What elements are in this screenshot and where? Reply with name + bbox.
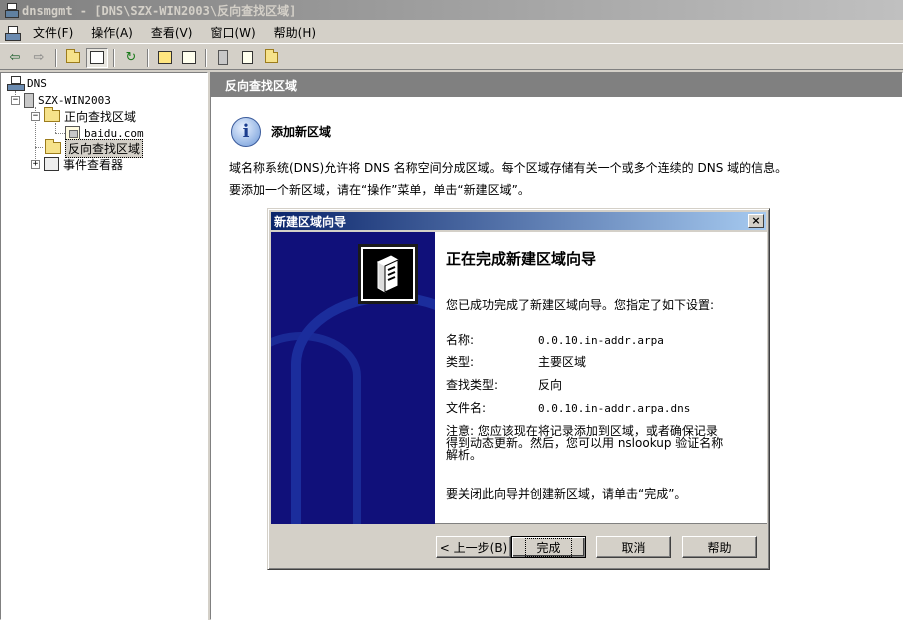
setting-row: 名称: 0.0.10.in-addr.arpa <box>446 331 664 348</box>
tree-node-server[interactable]: − SZX-WIN2003 <box>11 92 111 108</box>
window-title: dnsmgmt - [DNS\SZX-WIN2003\反向查找区域] <box>22 3 297 18</box>
info-title: 添加新区域 <box>271 125 332 139</box>
event-icon[interactable] <box>260 48 282 68</box>
finish-button[interactable]: 完成 <box>511 536 586 558</box>
banner-decoration <box>291 292 435 524</box>
menu-window[interactable]: 窗口(W) <box>201 24 264 41</box>
tree-label-server: SZX-WIN2003 <box>38 93 111 107</box>
setting-key: 类型: <box>446 355 475 369</box>
collapse-icon[interactable]: − <box>11 95 20 105</box>
properties-icon[interactable] <box>154 48 176 68</box>
toolbar-separator <box>147 48 149 67</box>
expand-icon[interactable]: + <box>31 159 40 169</box>
tree-node-dns[interactable]: DNS <box>7 75 47 91</box>
tree-line <box>35 147 43 148</box>
tree-node-reverse-zone[interactable]: 反向查找区域 <box>45 138 144 158</box>
setting-row: 查找类型: 反向 <box>446 376 562 393</box>
event-viewer-icon <box>44 157 59 171</box>
toolbar-separator <box>205 48 207 67</box>
wizard-note: 注意: 您应该现在将记录添加到区域，或者确保记录 得到动态更新。然后，您可以用 … <box>446 425 742 461</box>
setting-key: 名称: <box>446 333 475 347</box>
wizard-heading: 正在完成新建区域向导 <box>446 250 597 268</box>
dialog-title: 新建区域向导 <box>274 214 347 229</box>
tree-label-forward-zone: 正向查找区域 <box>64 109 137 124</box>
toolbar-separator <box>113 48 115 67</box>
menu-bar: 文件(F) 操作(A) 查看(V) 窗口(W) 帮助(H) <box>0 22 903 44</box>
folder-icon <box>45 139 61 154</box>
folder-icon <box>44 107 60 122</box>
info-instruction: 要添加一个新区域，请在“操作”菜单，单击“新建区域”。 <box>229 183 530 197</box>
dns-app-icon <box>4 3 19 18</box>
help-button-label: 帮助 <box>707 540 732 555</box>
collapse-icon[interactable]: − <box>31 111 40 121</box>
export-list-icon[interactable] <box>178 48 200 68</box>
log-icon[interactable] <box>236 48 258 68</box>
back-button-label: < 上一步(B) <box>439 540 508 555</box>
tree-line <box>55 133 65 134</box>
note-line: 得到动态更新。然后，您可以用 nslookup 验证名称 <box>446 436 724 450</box>
info-description: 域名称系统(DNS)允许将 DNS 名称空间分成区域。每个区域存储有关一个或多个… <box>229 161 788 175</box>
menu-action[interactable]: 操作(A) <box>82 24 142 41</box>
tree-node-event-viewer[interactable]: + 事件查看器 <box>31 156 123 172</box>
show-hide-tree-icon[interactable] <box>86 47 108 68</box>
cancel-button-label: 取消 <box>621 540 646 555</box>
setting-key: 查找类型: <box>446 378 499 392</box>
close-icon[interactable]: × <box>748 214 764 228</box>
wizard-final-instruction: 要关闭此向导并创建新区域，请单击“完成”。 <box>446 487 687 501</box>
setting-key: 文件名: <box>446 401 487 415</box>
dns-root-icon <box>7 76 25 91</box>
tree-line <box>55 123 56 133</box>
tree-node-forward-zone[interactable]: − 正向查找区域 <box>31 107 137 124</box>
note-line: 解析。 <box>446 448 483 462</box>
tree-label-event-viewer: 事件查看器 <box>63 157 124 172</box>
menu-view[interactable]: 查看(V) <box>142 24 202 41</box>
server-list-icon[interactable] <box>212 48 234 68</box>
wizard-banner <box>271 232 435 524</box>
toolbar-separator <box>55 48 57 67</box>
setting-value: 0.0.10.in-addr.arpa <box>538 334 664 347</box>
setting-row: 类型: 主要区域 <box>446 353 586 370</box>
cancel-button[interactable]: 取消 <box>596 536 671 558</box>
server-icon <box>24 92 34 108</box>
server-logo-icon <box>358 244 418 304</box>
menu-file[interactable]: 文件(F) <box>24 24 82 41</box>
pane-header: 反向查找区域 <box>211 73 902 97</box>
forward-arrow-icon[interactable]: ⇨ <box>28 48 50 68</box>
setting-value: 主要区域 <box>538 355 587 369</box>
help-button[interactable]: 帮助 <box>682 536 757 558</box>
wizard-body: 正在完成新建区域向导 您已成功完成了新建区域向导。您指定了如下设置: 名称: 0.… <box>271 232 767 524</box>
setting-value: 0.0.10.in-addr.arpa.dns <box>538 402 691 415</box>
back-arrow-icon[interactable]: ⇦ <box>4 48 26 68</box>
console-tree: DNS − SZX-WIN2003 − 正向查找区域 baidu.com 反向查… <box>0 72 208 620</box>
finish-button-label: 完成 <box>525 537 572 557</box>
refresh-icon[interactable]: ↻ <box>120 48 142 68</box>
menu-help[interactable]: 帮助(H) <box>265 24 325 41</box>
info-icon: i <box>231 117 261 147</box>
mmc-system-menu-icon[interactable] <box>4 25 21 41</box>
toolbar: ⇦ ⇨ ↻ <box>0 46 903 70</box>
up-folder-icon[interactable] <box>62 48 84 68</box>
tree-label-dns: DNS <box>27 76 47 90</box>
setting-value: 反向 <box>538 378 563 392</box>
new-zone-wizard-dialog: 新建区域向导 × 正在完成新建区域向导 您已成功完成了新建区域向导。您指定了如下… <box>267 208 770 570</box>
back-button[interactable]: < 上一步(B) <box>436 536 511 558</box>
window-title-bar: dnsmgmt - [DNS\SZX-WIN2003\反向查找区域] <box>0 0 903 20</box>
dialog-title-bar[interactable]: 新建区域向导 × <box>271 212 766 230</box>
setting-row: 文件名: 0.0.10.in-addr.arpa.dns <box>446 399 690 416</box>
wizard-intro: 您已成功完成了新建区域向导。您指定了如下设置: <box>446 298 715 312</box>
